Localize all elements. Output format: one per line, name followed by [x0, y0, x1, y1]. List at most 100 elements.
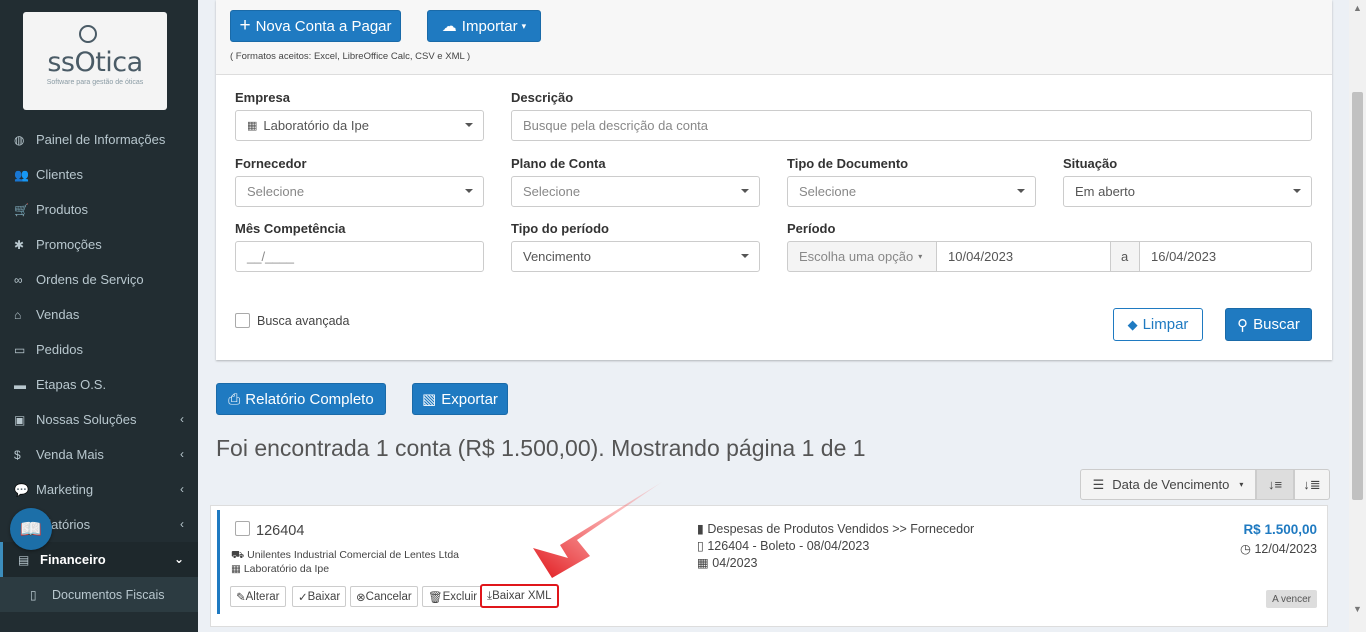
advanced-search-checkbox[interactable]: [235, 313, 250, 328]
sidebar-item-documentos-fiscais[interactable]: ▯ Documentos Fiscais: [0, 577, 198, 612]
sidebar-item-marketing[interactable]: 💬 Marketing ‹: [0, 472, 198, 507]
edit-button[interactable]: ✎ Alterar: [230, 586, 286, 607]
sidebar-item-produtos[interactable]: 🛒 Produtos: [0, 192, 198, 227]
brand-logo[interactable]: ssOtica Software para gestão de óticas: [23, 12, 167, 110]
print-icon: ⎙: [228, 390, 241, 408]
sidebar-item-etapas[interactable]: ▬ Etapas O.S.: [0, 367, 198, 402]
sort-ascending-button[interactable]: ↓≡: [1256, 469, 1294, 500]
brand-tagline: Software para gestão de óticas: [46, 78, 144, 86]
check-icon: ✓: [298, 591, 308, 604]
cloud-upload-icon: ☁: [441, 18, 457, 35]
account-amount: R$ 1.500,00: [1243, 522, 1317, 537]
brand-name: ssOtica: [47, 46, 143, 78]
descricao-input[interactable]: Busque pela descrição da conta: [511, 110, 1312, 141]
caret-down-icon: [1293, 189, 1301, 193]
page-scrollbar[interactable]: ▲ ▼: [1349, 0, 1366, 632]
sidebar-item-promocoes[interactable]: ✱ Promoções: [0, 227, 198, 262]
caret-down-icon: ▾: [521, 20, 527, 31]
scroll-up-icon[interactable]: ▲: [1353, 3, 1362, 13]
chevron-down-icon: ⌄: [173, 552, 184, 566]
periodo-label: Período: [787, 221, 836, 236]
sort-descending-button[interactable]: ↓≣: [1294, 469, 1330, 500]
chevron-left-icon: ‹: [180, 412, 184, 426]
basket-icon: ⌂: [14, 307, 22, 322]
periodo-separator: a: [1110, 241, 1140, 272]
full-report-button[interactable]: ⎙ Relatório Completo: [216, 383, 386, 415]
clear-button[interactable]: ◆ Limpar: [1113, 308, 1203, 341]
caret-down-icon: [465, 123, 473, 127]
download-xml-button[interactable]: ⤓ Baixar XML: [480, 584, 559, 608]
card-icon: ▬: [14, 377, 26, 392]
sort-field-select[interactable]: ☰ Data de Vencimento ▾: [1080, 469, 1256, 500]
periodo-start-input[interactable]: 10/04/2023: [936, 241, 1111, 272]
money-icon: ▤: [18, 552, 30, 567]
excel-file-icon: ▧: [422, 391, 437, 408]
fornecedor-select[interactable]: Selecione: [235, 176, 484, 207]
periodo-option-select[interactable]: Escolha uma opção ▾: [787, 241, 937, 272]
plus-icon: +: [239, 15, 251, 36]
sidebar-item-solucoes[interactable]: ▣ Nossas Soluções ‹: [0, 402, 198, 437]
situacao-label: Situação: [1063, 156, 1118, 171]
eraser-icon: ◆: [1127, 316, 1138, 332]
accepted-formats-note: ( Formatos aceitos: Excel, LibreOffice C…: [230, 51, 471, 62]
empresa-select[interactable]: ▦ Laboratório da Ipe: [235, 110, 484, 141]
tipo-documento-select[interactable]: Selecione: [787, 176, 1036, 207]
caret-down-icon: [741, 189, 749, 193]
asterisk-icon: ✱: [14, 237, 25, 252]
account-number: 126404: [256, 523, 305, 539]
building-icon: ▦: [231, 563, 244, 575]
account-document: ▯ 126404 - Boleto - 08/04/2023: [697, 539, 870, 553]
caret-down-icon: [1017, 189, 1025, 193]
chevron-left-icon: ‹: [180, 447, 184, 461]
new-account-button[interactable]: + Nova Conta a Pagar: [230, 10, 401, 42]
tipo-periodo-label: Tipo do período: [511, 221, 609, 236]
sidebar-item-pedidos[interactable]: ▭ Pedidos: [0, 332, 198, 367]
search-button[interactable]: ⚲ Buscar: [1225, 308, 1312, 341]
sidebar-item-venda-mais[interactable]: $ Venda Mais ‹: [0, 437, 198, 472]
file-icon: ▯: [30, 587, 37, 602]
account-select-checkbox[interactable]: [235, 521, 250, 536]
import-button[interactable]: ☁ Importar ▾: [427, 10, 541, 42]
account-row: 126404 ⛟ Unilentes Industrial Comercial …: [217, 510, 1323, 614]
account-company: ▦ Laboratório da Ipe: [231, 563, 330, 575]
caret-down-icon: [465, 189, 473, 193]
delete-button[interactable]: 🗑 Excluir: [422, 586, 484, 607]
pay-button[interactable]: ✓ Baixar: [292, 586, 347, 607]
account-supplier: ⛟ Unilentes Industrial Comercial de Lent…: [231, 549, 460, 561]
chevron-left-icon: ‹: [180, 517, 184, 531]
cancel-button[interactable]: ⊗ Cancelar: [350, 586, 418, 607]
scrollbar-thumb[interactable]: [1352, 92, 1363, 500]
tipo-documento-label: Tipo de Documento: [787, 156, 909, 171]
sidebar-item-ordens[interactable]: ∞ Ordens de Serviço: [0, 262, 198, 297]
caret-down-icon: [741, 254, 749, 258]
sidebar-item-painel[interactable]: ◍ Painel de Informações: [0, 122, 198, 157]
sort-descending-icon: ↓≣: [1303, 476, 1321, 492]
chevron-left-icon: ‹: [180, 482, 184, 496]
truck-icon: ⛟: [231, 549, 248, 561]
advanced-search-label: Busca avançada: [257, 314, 350, 328]
help-book-button[interactable]: 📖: [10, 508, 52, 550]
mes-competencia-input[interactable]: __/____: [235, 241, 484, 272]
list-icon: ☰: [1092, 476, 1105, 492]
plano-conta-select[interactable]: Selecione: [511, 176, 760, 207]
sidebar-item-clientes[interactable]: 👥 Clientes: [0, 157, 198, 192]
status-badge: A vencer: [1266, 590, 1317, 608]
plano-conta-label: Plano de Conta: [511, 156, 606, 171]
sidebar-item-vendas[interactable]: ⌂ Vendas: [0, 297, 198, 332]
file-icon: ▯: [697, 539, 708, 553]
caret-down-icon: ▾: [1239, 480, 1244, 489]
users-icon: 👥: [14, 167, 29, 182]
glasses-icon: ∞: [14, 272, 23, 287]
account-category: ▮ Despesas de Produtos Vendidos >> Forne…: [697, 522, 975, 536]
sort-controls: ☰ Data de Vencimento ▾ ↓≡ ↓≣: [1080, 469, 1330, 500]
scroll-down-icon[interactable]: ▼: [1353, 604, 1362, 614]
account-competence: ▦ 04/2023: [697, 556, 758, 570]
situacao-select[interactable]: Em aberto: [1063, 176, 1312, 207]
trash-icon: 🗑: [428, 591, 443, 604]
filter-toolbar: + Nova Conta a Pagar ☁ Importar ▾ ( Formato…: [216, 0, 1332, 75]
dashboard-icon: ◍: [14, 132, 25, 147]
periodo-end-input[interactable]: 16/04/2023: [1139, 241, 1312, 272]
tipo-periodo-select[interactable]: Vencimento: [511, 241, 760, 272]
edit-icon: ✎: [236, 591, 246, 604]
export-button[interactable]: ▧ Exportar: [412, 383, 508, 415]
